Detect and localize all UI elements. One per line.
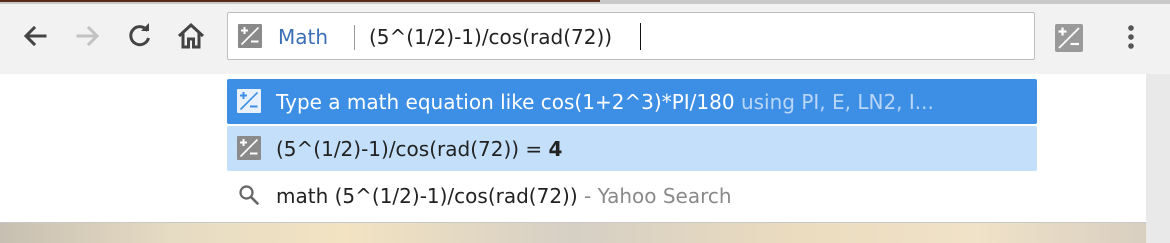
keyword-divider xyxy=(354,25,355,50)
page-scrollbar[interactable] xyxy=(1146,74,1170,243)
menu-kebab-icon[interactable] xyxy=(1116,20,1146,56)
suggestion-row-result[interactable]: (5^(1/2)-1)/cos(rad(72)) = 4 xyxy=(227,126,1037,171)
suggestion-row-hint[interactable]: Type a math equation like cos(1+2^3)*PI/… xyxy=(227,79,1037,124)
home-icon xyxy=(177,22,205,49)
address-input[interactable]: (5^(1/2)-1)/cos(rad(72)) xyxy=(369,23,612,51)
search-source: - Yahoo Search xyxy=(577,184,732,208)
forward-button[interactable] xyxy=(70,18,106,54)
suggestion-text: (5^(1/2)-1)/cos(rad(72)) = 4 xyxy=(276,135,562,163)
math-icon xyxy=(237,136,261,160)
reload-icon xyxy=(129,23,150,47)
reload-button[interactable] xyxy=(122,18,158,54)
math-icon xyxy=(238,24,262,48)
search-keyword[interactable]: Math xyxy=(278,23,328,51)
text-cursor xyxy=(640,23,641,50)
suggestion-hint-extra: using PI, E, LN2, I... xyxy=(734,90,934,114)
window-top-edge-accent xyxy=(0,0,600,2)
math-icon xyxy=(237,89,261,113)
suggestion-expression: (5^(1/2)-1)/cos(rad(72)) = xyxy=(276,137,549,161)
search-query-text: math (5^(1/2)-1)/cos(rad(72)) xyxy=(276,184,578,208)
back-button[interactable] xyxy=(17,18,53,54)
suggestion-text: math (5^(1/2)-1)/cos(rad(72)) - Yahoo Se… xyxy=(276,182,732,210)
browser-toolbar: Math (5^(1/2)-1)/cos(rad(72)) xyxy=(0,0,1170,74)
search-icon xyxy=(239,185,259,205)
suggestions-dropdown: Type a math equation like cos(1+2^3)*PI/… xyxy=(0,74,1146,223)
suggestion-result: 4 xyxy=(548,137,563,161)
suggestion-text: Type a math equation like cos(1+2^3)*PI/… xyxy=(276,88,934,116)
page-background xyxy=(0,223,1146,243)
suggestion-row-search[interactable]: math (5^(1/2)-1)/cos(rad(72)) - Yahoo Se… xyxy=(227,173,1037,218)
address-bar[interactable]: Math (5^(1/2)-1)/cos(rad(72)) xyxy=(227,12,1035,60)
forward-arrow-icon xyxy=(76,25,100,47)
back-arrow-icon xyxy=(23,25,47,47)
home-button[interactable] xyxy=(173,18,209,54)
suggestion-hint-main: Type a math equation like cos(1+2^3)*PI/… xyxy=(276,90,735,114)
math-extension-icon[interactable] xyxy=(1054,23,1084,53)
